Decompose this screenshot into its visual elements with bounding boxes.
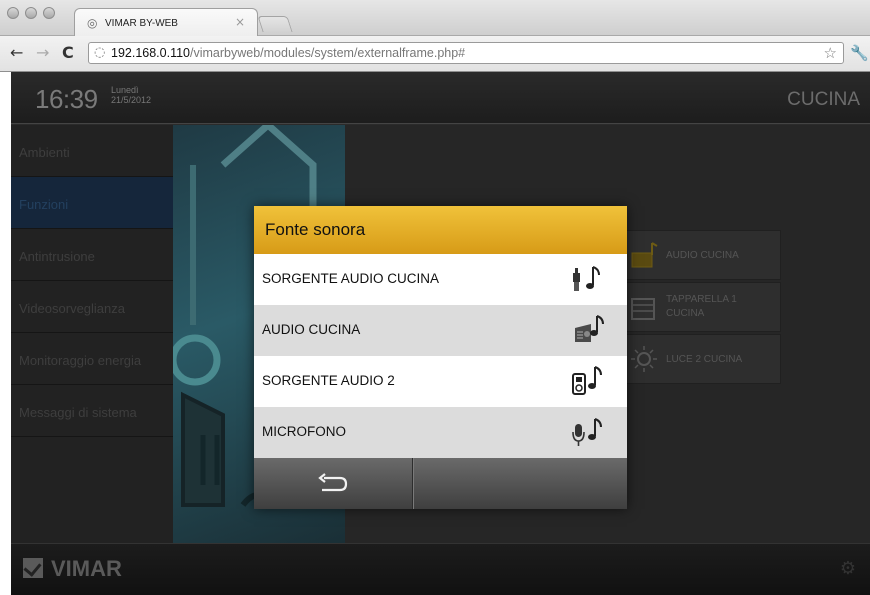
sidebar-item-messaggi-di-sistema[interactable]: Messaggi di sistema	[11, 385, 173, 437]
clock: 16:39	[35, 84, 98, 114]
window-zoom-button[interactable]	[43, 7, 55, 19]
room-title: CUCINA	[787, 89, 860, 110]
tile-luce-2-cucina[interactable]: LUCE 2 CUCINA	[623, 334, 781, 384]
window-close-button[interactable]	[7, 7, 19, 19]
window-minimize-button[interactable]	[25, 7, 37, 19]
address-url: 192.168.0.110/vimarbyweb/modules/system/…	[111, 46, 466, 60]
bookmark-star-icon[interactable]: ☆	[824, 44, 837, 62]
tile-label: AUDIO CUCINA	[666, 250, 739, 261]
sidebar-item-ambienti[interactable]: Ambienti	[11, 125, 173, 177]
new-tab-button[interactable]	[257, 16, 293, 32]
shutter-icon	[631, 298, 655, 320]
date-block: Lunedì 21/5/2012	[111, 85, 152, 105]
app-header: 16:39 Lunedì 21/5/2012 CUCINA	[11, 72, 870, 124]
sidebar-item-funzioni[interactable]: Funzioni	[11, 177, 173, 229]
settings-icon[interactable]: ⚙	[840, 558, 856, 579]
reload-icon[interactable]: C	[62, 43, 74, 62]
tab-title: VIMAR BY-WEB	[105, 18, 178, 29]
list-item-label: AUDIO CUCINA	[262, 322, 361, 337]
audio-source-dialog: Fonte sonora SORGENTE AUDIO CUCINA AUDIO…	[254, 206, 627, 509]
radio-music-icon	[575, 315, 604, 342]
list-item-label: MICROFONO	[262, 424, 346, 439]
page-info-icon[interactable]: ◌	[94, 45, 105, 60]
bulb-icon	[631, 346, 657, 372]
tile-label: TAPPARELLA 1 CUCINA	[666, 294, 737, 319]
dialog-footer	[254, 458, 627, 509]
back-button[interactable]	[254, 458, 412, 509]
sidebar-item-videosorveglianza[interactable]: Videosorveglianza	[11, 281, 173, 333]
browser-toolbar: ← → C ◌ 192.168.0.110/vimarbyweb/modules…	[0, 36, 870, 72]
dialog-header: Fonte sonora	[254, 206, 627, 254]
dialog-title: Fonte sonora	[265, 220, 366, 239]
sidebar-item-monitoraggio-energia[interactable]: Monitoraggio energia	[11, 333, 173, 385]
forward-arrow-icon[interactable]: →	[36, 43, 49, 62]
empty-footer-button	[413, 458, 627, 509]
browser-tab[interactable]: ◎ VIMAR BY-WEB ×	[74, 8, 258, 36]
ipod-music-icon	[572, 366, 602, 395]
list-item-label: SORGENTE AUDIO 2	[262, 373, 395, 388]
rca-plug-music-icon	[573, 266, 600, 291]
tab-close-icon[interactable]: ×	[235, 15, 245, 29]
list-item-label: SORGENTE AUDIO CUCINA	[262, 271, 440, 286]
back-arrow-icon	[318, 473, 348, 492]
tile-label: LUCE 2 CUCINA	[666, 354, 743, 365]
back-arrow-icon[interactable]: ←	[10, 43, 23, 62]
sidebar-item-antintrusione[interactable]: Antintrusione	[11, 229, 173, 281]
list-item-sorgente-audio-2[interactable]: SORGENTE AUDIO 2	[254, 356, 627, 407]
tile-tapparella-1-cucina[interactable]: TAPPARELLA 1 CUCINA	[623, 282, 781, 332]
brand-logo: VIMAR	[51, 556, 122, 581]
address-bar[interactable]: ◌ 192.168.0.110/vimarbyweb/modules/syste…	[88, 42, 844, 64]
sidebar: Ambienti Funzioni Antintrusione Videosor…	[11, 125, 173, 543]
list-item-sorgente-audio-cucina[interactable]: SORGENTE AUDIO CUCINA	[254, 254, 627, 305]
wrench-icon[interactable]: 🔧	[850, 44, 869, 62]
app-footer: VIMAR ⚙	[11, 543, 870, 595]
globe-icon: ◎	[87, 16, 98, 30]
browser-tabstrip: ◎ VIMAR BY-WEB ×	[0, 0, 870, 36]
list-item-microfono[interactable]: MICROFONO	[254, 407, 627, 458]
microphone-music-icon	[572, 418, 602, 446]
tile-audio-cucina[interactable]: AUDIO CUCINA	[623, 230, 781, 280]
list-item-audio-cucina[interactable]: AUDIO CUCINA	[254, 305, 627, 356]
radio-icon	[631, 242, 658, 268]
vimar-logo-icon	[23, 558, 43, 578]
